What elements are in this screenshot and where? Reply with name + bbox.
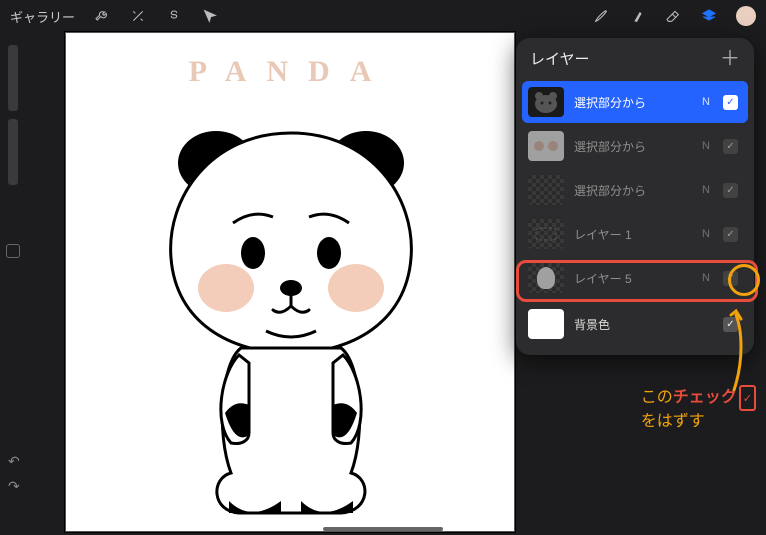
- blend-mode-indicator[interactable]: N: [699, 272, 713, 284]
- brush-opacity-slider[interactable]: [8, 119, 18, 185]
- brush-sliders: [8, 45, 18, 185]
- layer-thumbnail: [528, 131, 564, 161]
- layer-thumbnail: [528, 175, 564, 205]
- layer-label: 背景色: [574, 316, 689, 333]
- toolbar-left: ギャラリー: [10, 7, 219, 26]
- smudge-icon[interactable]: [628, 7, 646, 25]
- layer-thumbnail: [528, 263, 564, 293]
- selection-s-icon[interactable]: [165, 7, 183, 25]
- layers-panel-header: レイヤー ＋: [516, 38, 754, 79]
- blend-mode-indicator[interactable]: N: [699, 184, 713, 196]
- layer-thumbnail: [528, 309, 564, 339]
- wrench-icon[interactable]: [93, 7, 111, 25]
- blend-mode-indicator[interactable]: N: [699, 228, 713, 240]
- eraser-icon[interactable]: [664, 7, 682, 25]
- gallery-link[interactable]: ギャラリー: [10, 7, 75, 26]
- layer-row[interactable]: レイヤー 1 N ✓: [522, 213, 748, 255]
- layers-panel-title: レイヤー: [530, 48, 590, 69]
- redo-icon[interactable]: ↷: [8, 478, 20, 495]
- move-arrow-icon[interactable]: [201, 7, 219, 25]
- layer-row[interactable]: 選択部分から N ✓: [522, 125, 748, 167]
- layer-label: レイヤー 1: [574, 226, 689, 243]
- canvas-title-text: PANDA: [66, 55, 514, 89]
- annotation-text: このチェック をはずす: [641, 385, 756, 434]
- canvas[interactable]: PANDA: [65, 32, 515, 532]
- brush-icon[interactable]: [592, 7, 610, 25]
- layer-label: 選択部分から: [574, 182, 689, 199]
- toolbar-right: [592, 6, 756, 26]
- blend-mode-indicator[interactable]: N: [699, 96, 713, 108]
- layer-visibility-checkbox[interactable]: ✓: [723, 139, 738, 154]
- layer-visibility-checkbox[interactable]: ✓: [723, 95, 738, 110]
- layer-visibility-checkbox[interactable]: ✓: [723, 183, 738, 198]
- layers-icon[interactable]: [700, 7, 718, 25]
- undo-redo-group: ↶ ↷: [8, 453, 20, 495]
- layer-label: 選択部分から: [574, 94, 689, 111]
- background-color-row[interactable]: 背景色 ✓: [522, 303, 748, 345]
- add-layer-button[interactable]: ＋: [720, 49, 740, 69]
- layers-panel: レイヤー ＋ 選択部分から N ✓ 選択部分から N ✓ 選択部分から N ✓ …: [516, 38, 754, 355]
- layer-row[interactable]: 選択部分から N ✓: [522, 81, 748, 123]
- layer-visibility-checkbox[interactable]: ✓: [723, 271, 738, 286]
- undo-icon[interactable]: ↶: [8, 453, 20, 470]
- layer-visibility-checkbox[interactable]: ✓: [723, 227, 738, 242]
- layer-row[interactable]: 選択部分から N ✓: [522, 169, 748, 211]
- panda-artwork: [121, 113, 461, 518]
- adjustments-wand-icon[interactable]: [129, 7, 147, 25]
- blend-mode-indicator[interactable]: N: [699, 140, 713, 152]
- layer-thumbnail: [528, 219, 564, 249]
- modify-square-button[interactable]: [6, 244, 20, 258]
- layer-thumbnail: [528, 87, 564, 117]
- home-indicator: [323, 527, 443, 531]
- layer-label: 選択部分から: [574, 138, 689, 155]
- layer-visibility-checkbox[interactable]: ✓: [723, 317, 738, 332]
- layer-label: レイヤー 5: [574, 270, 689, 287]
- top-toolbar: ギャラリー: [0, 0, 766, 32]
- color-swatch-icon[interactable]: [736, 6, 756, 26]
- brush-size-slider[interactable]: [8, 45, 18, 111]
- layer-row[interactable]: レイヤー 5 N ✓: [522, 257, 748, 299]
